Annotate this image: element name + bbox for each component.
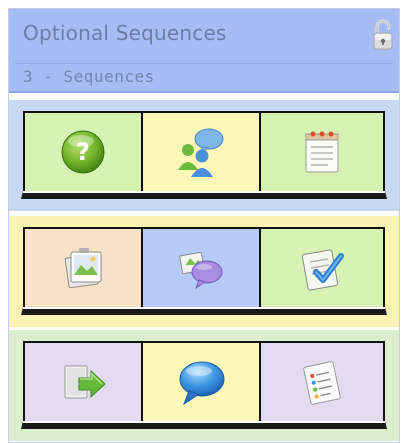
activity-cell-chat-users[interactable] bbox=[143, 113, 261, 191]
activity-cell-question[interactable]: ? bbox=[25, 113, 143, 191]
lock-open-icon[interactable] bbox=[371, 19, 395, 51]
chat-users-icon bbox=[178, 128, 224, 177]
activity-cell-forum[interactable] bbox=[143, 229, 261, 307]
photo-stack-icon bbox=[64, 248, 102, 289]
shelf-shadow bbox=[21, 421, 387, 429]
sequence-strip bbox=[23, 227, 385, 309]
optional-sequences-panel: Optional Sequences 3 - Sequences ? bbox=[8, 8, 400, 443]
forum-chat-icon bbox=[179, 251, 223, 290]
activity-cell-chat[interactable] bbox=[143, 343, 261, 421]
sequence-row-3 bbox=[9, 330, 399, 441]
notepad-icon bbox=[305, 131, 339, 173]
list-document-icon bbox=[303, 361, 341, 405]
speech-bubble-icon bbox=[179, 361, 225, 406]
activity-cell-submit[interactable] bbox=[25, 343, 143, 421]
sequence-row-1: ? bbox=[9, 100, 399, 211]
sequences-count-label: 3 - Sequences bbox=[23, 67, 155, 86]
shelf-shadow bbox=[21, 307, 387, 315]
question-icon: ? bbox=[61, 130, 105, 174]
activity-cell-list[interactable] bbox=[261, 343, 383, 421]
activity-cell-notepad[interactable] bbox=[261, 113, 383, 191]
svg-text:?: ? bbox=[76, 138, 90, 166]
panel-title: Optional Sequences bbox=[23, 21, 227, 45]
activity-cell-photos[interactable] bbox=[25, 229, 143, 307]
sequence-strip: ? bbox=[23, 111, 385, 193]
sequence-row-2 bbox=[9, 216, 399, 327]
panel-header: Optional Sequences 3 - Sequences bbox=[9, 9, 399, 93]
submit-arrow-icon bbox=[64, 365, 106, 399]
checklist-icon bbox=[301, 249, 344, 291]
activity-cell-checklist[interactable] bbox=[261, 229, 383, 307]
header-divider bbox=[15, 63, 393, 64]
sequence-strip bbox=[23, 341, 385, 423]
shelf-shadow bbox=[21, 191, 387, 199]
